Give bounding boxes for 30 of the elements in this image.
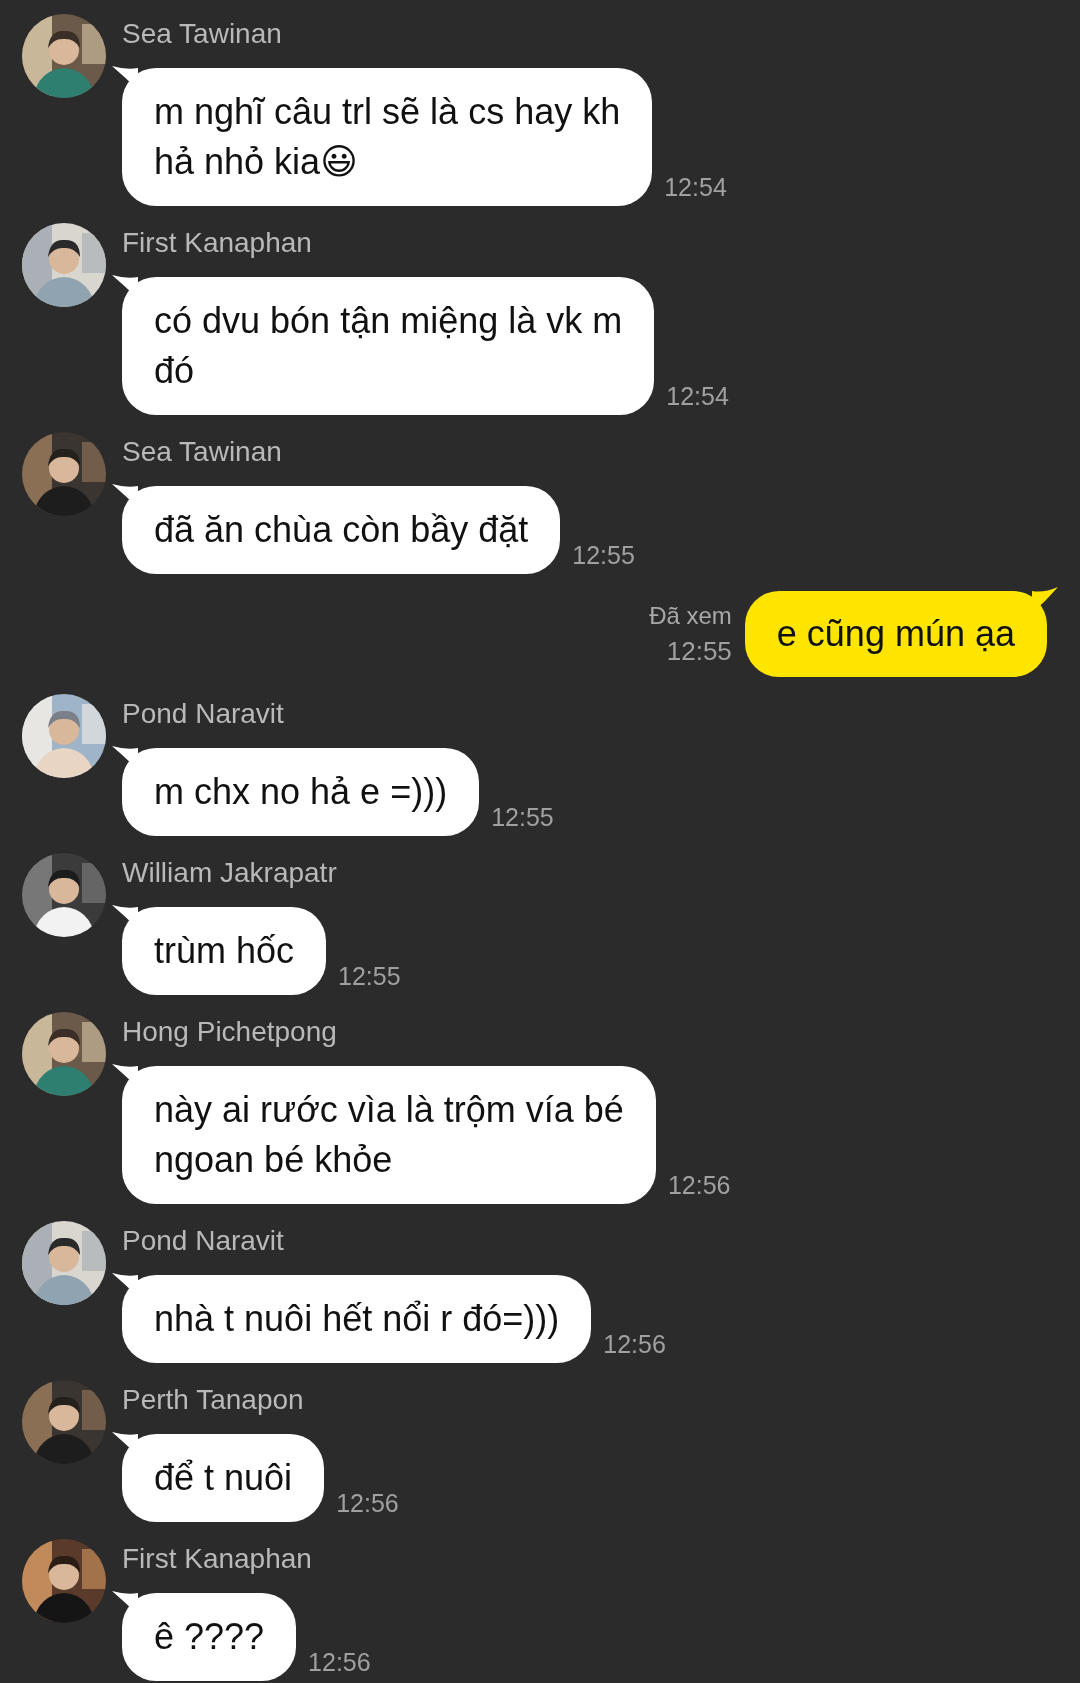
timestamp: 12:55 [338,961,401,991]
sender-name: Pond Naravit [122,1224,285,1258]
timestamp: 12:55 [491,802,554,832]
timestamp: 12:56 [336,1488,399,1518]
message-bubble: để t nuôi [122,1434,325,1522]
message-bubble: này ai rước vìa là trộm vía bé ngoan bé khỏe [122,1066,656,1204]
sender-name: Perth Tanapon [122,1383,305,1417]
timestamp: 12:54 [664,172,727,202]
message-bubble: nhà t nuôi hết nổi r đó=))) [122,1275,592,1363]
read-status: Đã xem [649,601,732,631]
message-bubble: trùm hốc [122,907,327,995]
message-bubble: ê ???? [122,1593,297,1681]
sender-name: First Kanaphan [122,1542,313,1576]
sender-name: Sea Tawinan [122,17,283,51]
timestamp: 12:55 [572,540,635,570]
message-bubble: e cũng mún ạa [744,591,1047,677]
timestamp: 12:55 [666,635,732,668]
message-bubble: m nghĩ câu trl sẽ là cs hay kh hả nhỏ kia😃 [122,68,653,206]
timestamp: 12:56 [308,1647,371,1677]
sender-name: Pond Naravit [122,697,285,731]
timestamp: 12:56 [667,1170,731,1200]
timestamp: 12:56 [603,1329,666,1359]
sender-name: Sea Tawinan [122,435,283,469]
sender-name: First Kanaphan [122,226,313,260]
sender-name: William Jakrapatr [122,856,338,890]
timestamp: 12:54 [666,381,729,411]
message-bubble: đã ăn chùa còn bầy đặt [122,486,561,574]
message-bubble: m chx no hả e =))) [122,748,480,836]
sender-name: Hong Pichetpong [122,1015,338,1049]
message-bubble: có dvu bón tận miệng là vk m đó [122,277,655,415]
